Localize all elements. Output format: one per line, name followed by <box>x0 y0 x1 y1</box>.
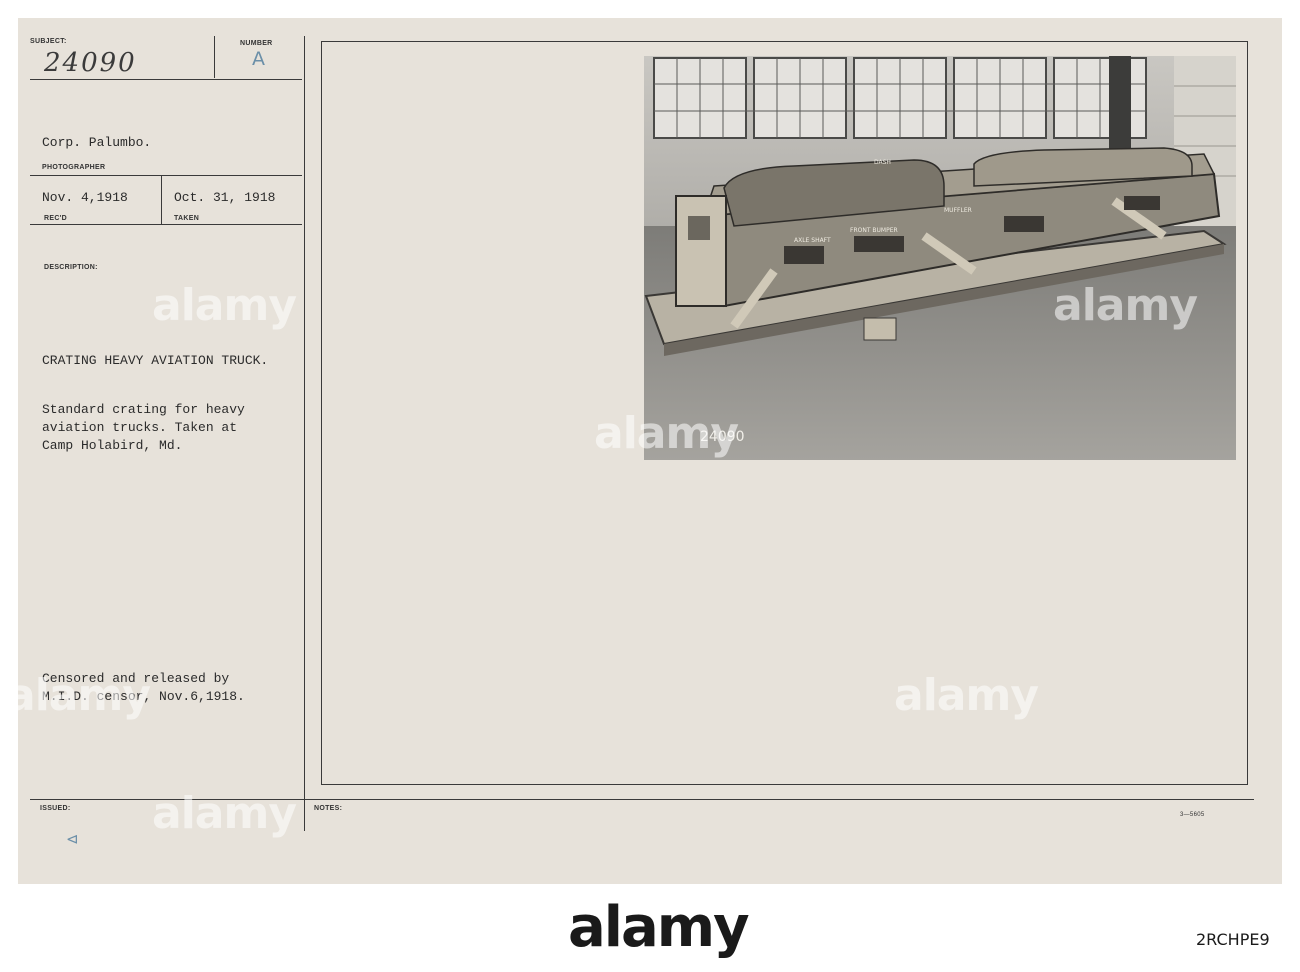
watermark-logo: alamy <box>1053 280 1198 331</box>
watermark-logo: alamy <box>152 280 297 331</box>
crate-label: MUFFLER <box>944 207 972 214</box>
watermark-brand-logo: alamy <box>568 895 750 960</box>
photo-title: CRATING HEAVY AVIATION TRUCK. <box>42 353 269 368</box>
number-label: NUMBER <box>240 40 273 47</box>
issued-label: ISSUED: <box>40 805 71 812</box>
watermark-logo: alamy <box>6 670 151 721</box>
watermark-logo: alamy <box>894 670 1039 721</box>
issued-mark: ⊲ <box>66 830 79 848</box>
form-code: 3—5605 <box>1180 812 1205 818</box>
watermark-logo: alamy <box>594 408 739 459</box>
crate-label: DASH <box>874 159 891 166</box>
subject-number: 24090 <box>44 48 137 78</box>
crate-label: FRONT BUMPER <box>850 227 898 234</box>
rule <box>30 79 302 80</box>
archive-card: SUBJECT: 24090 NUMBER A Corp. Palumbo. P… <box>6 18 1282 884</box>
watermark-logo: alamy <box>152 788 297 839</box>
rule <box>30 224 302 225</box>
date-divider <box>161 176 162 224</box>
description-line: Standard crating for heavy <box>42 402 245 417</box>
description-label: DESCRIPTION: <box>44 264 98 271</box>
watermark-image-code: 2RCHPE9 <box>1196 930 1270 949</box>
column-divider <box>304 36 305 831</box>
notes-label: NOTES: <box>314 805 343 812</box>
photographer-label: PHOTOGRAPHER <box>42 164 106 171</box>
received-date: Nov. 4,1918 <box>42 190 128 205</box>
crate-label: AXLE SHAFT <box>794 237 831 244</box>
subject-label: SUBJECT: <box>30 38 67 45</box>
photo-illustration: AXLE SHAFT FRONT BUMPER MUFFLER DASH 240… <box>644 56 1236 460</box>
photographer-name: Corp. Palumbo. <box>42 135 152 150</box>
truck-crate-photo: AXLE SHAFT FRONT BUMPER MUFFLER DASH 240… <box>644 56 1236 460</box>
description-line: Camp Holabird, Md. <box>42 438 183 453</box>
description-line: aviation trucks. Taken at <box>42 420 238 435</box>
received-label: REC'D <box>44 215 67 222</box>
taken-label: TAKEN <box>174 215 200 222</box>
number-value: A <box>252 48 265 70</box>
rule <box>30 175 302 176</box>
taken-date: Oct. 31, 1918 <box>174 190 276 205</box>
header-divider <box>214 36 215 78</box>
